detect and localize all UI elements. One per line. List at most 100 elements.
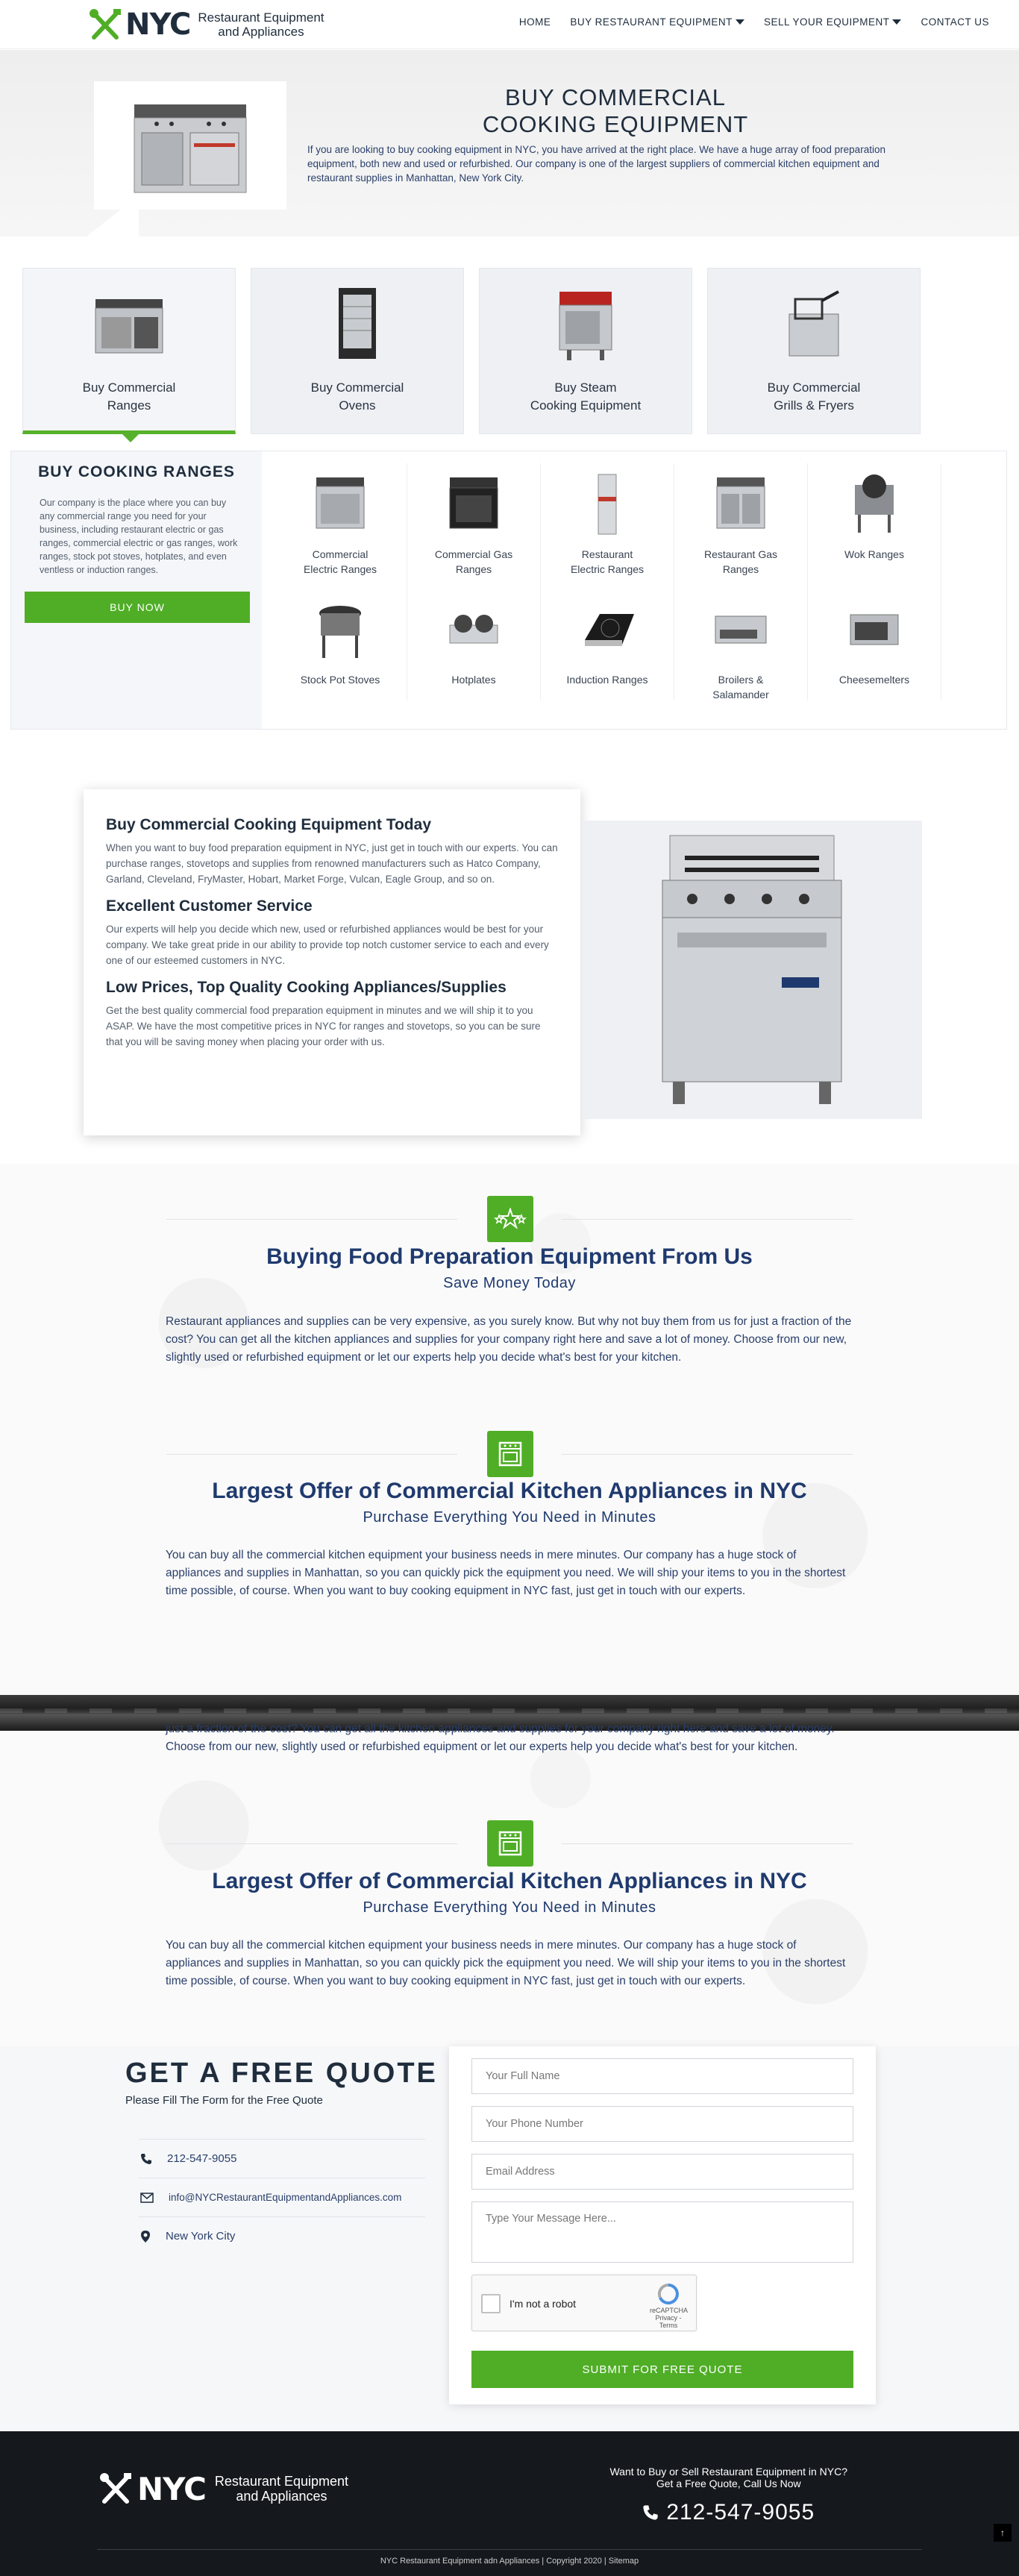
- footer-phone[interactable]: 212-547-9055: [609, 2500, 847, 2525]
- main-nav: HOME BUY RESTAURANT EQUIPMENT SELL YOUR …: [519, 16, 989, 28]
- footer-phone-text: 212-547-9055: [666, 2500, 815, 2525]
- tab-grills-fryers[interactable]: Buy Commercial Grills & Fryers: [707, 268, 921, 434]
- chevron-down-icon: [892, 19, 902, 25]
- logo-sub-line1: Restaurant Equipment: [198, 10, 324, 25]
- footer-logo[interactable]: NYC Restaurant Equipment and Appliances: [97, 2470, 348, 2507]
- section-subtitle: Purchase Everything You Need in Minutes: [363, 1899, 656, 1916]
- section-text: You can buy all the commercial kitchen e…: [166, 1939, 846, 1987]
- footer-divider: [97, 2549, 922, 2550]
- info-card: Buy Commercial Cooking Equipment Today W…: [84, 789, 580, 1135]
- cooking-ranges-panel: BUY COOKING RANGES Our company is the pl…: [10, 451, 1007, 730]
- divider-line: [562, 1219, 853, 1220]
- stock-pot-stove-icon: [303, 592, 377, 666]
- footer-logo-line2: and Appliances: [236, 2489, 327, 2504]
- tab-commercial-ranges[interactable]: Buy Commercial Ranges: [22, 268, 236, 442]
- hotplate-icon: [436, 592, 511, 666]
- nav-buy-equipment[interactable]: BUY RESTAURANT EQUIPMENT: [570, 16, 744, 28]
- tab-line2: Ranges: [107, 398, 151, 413]
- divider-line: [166, 1219, 457, 1220]
- range-item-hotplates[interactable]: Hotplates: [407, 589, 541, 701]
- footer-logo-subtitle: Restaurant Equipment and Appliances: [215, 2474, 348, 2504]
- nav-home[interactable]: HOME: [519, 16, 551, 28]
- phone-field[interactable]: [471, 2106, 853, 2142]
- logo-subtitle: Restaurant Equipment and Appliances: [198, 10, 324, 39]
- range-item-cheesemelters[interactable]: Cheesemelters: [808, 589, 941, 701]
- tab-line2: Ovens: [339, 398, 376, 413]
- oven-icon: [313, 281, 402, 370]
- recaptcha-checkbox[interactable]: [481, 2294, 501, 2313]
- section-text: You can buy all the commercial kitchen e…: [166, 1549, 846, 1597]
- tab-commercial-ovens[interactable]: Buy Commercial Ovens: [251, 268, 464, 434]
- wok-range-icon: [837, 466, 912, 541]
- phone-icon: [643, 2505, 658, 2520]
- phone-icon: [141, 2153, 151, 2164]
- charbroiler-oven-icon: [662, 835, 842, 1104]
- footer-copyright: NYC Restaurant Equipment adn Appliances …: [380, 2557, 639, 2566]
- quote-form: I'm not a robot reCAPTCHA Privacy - Term…: [449, 2046, 876, 2404]
- tab-line1: Buy Commercial: [310, 380, 404, 395]
- panel-title: BUY COOKING RANGES: [38, 463, 235, 480]
- range-item-label: Induction Ranges: [566, 674, 648, 686]
- full-name-field[interactable]: [471, 2058, 853, 2094]
- site-logo[interactable]: NYC Restaurant Equipment and Appliances: [87, 6, 324, 43]
- range-item-label: Stock Pot Stoves: [300, 674, 380, 686]
- range-item-restaurant-gas[interactable]: Restaurant Gas Ranges: [674, 463, 808, 589]
- range-item-restaurant-electric[interactable]: Restaurant Electric Ranges: [541, 463, 674, 589]
- nav-sell-equipment[interactable]: SELL YOUR EQUIPMENT: [764, 16, 902, 28]
- message-field[interactable]: [471, 2201, 853, 2263]
- nav-buy-label: BUY RESTAURANT EQUIPMENT: [570, 16, 733, 28]
- divider-line: [166, 1454, 457, 1455]
- recaptcha-label: I'm not a robot: [510, 2298, 577, 2310]
- section-icon-row: [166, 1196, 853, 1242]
- nav-contact[interactable]: CONTACT US: [921, 16, 989, 28]
- range-item-induction[interactable]: Induction Ranges: [541, 589, 674, 701]
- range-item-commercial-electric[interactable]: Commercial Electric Ranges: [274, 463, 407, 589]
- contact-phone[interactable]: 212-547-9055: [139, 2139, 425, 2178]
- quote-title: GET A FREE QUOTE: [125, 2058, 438, 2089]
- panel-text: Our company is the place where you can b…: [40, 498, 238, 575]
- info-heading-low-prices: Low Prices, Top Quality Cooking Applianc…: [106, 979, 507, 996]
- range-item-broilers[interactable]: Broilers & Salamander: [674, 589, 808, 701]
- charbroiler-oven-image: [582, 821, 922, 1119]
- range-item-wok[interactable]: Wok Ranges: [808, 463, 941, 589]
- footer-cta-text: Get a Free Quote, Call Us Now: [656, 2478, 801, 2489]
- stove-icon: [487, 1431, 533, 1477]
- recaptcha-icon: [657, 2283, 679, 2304]
- tab-steam-cooking[interactable]: Buy Steam Cooking Equipment: [479, 268, 692, 434]
- range-item-commercial-gas[interactable]: Commercial Gas Ranges: [407, 463, 541, 589]
- logo-sub-line2: and Appliances: [218, 25, 304, 39]
- site-footer: NYC Restaurant Equipment and Appliances …: [0, 2431, 1019, 2576]
- map-pin-icon: [141, 2230, 150, 2243]
- contact-email[interactable]: info@NYCRestaurantEquipmentandAppliances…: [139, 2178, 425, 2216]
- gas-range-icon: [436, 466, 511, 541]
- restaurant-gas-range-icon: [703, 466, 778, 541]
- ranges-grid: Commercial Electric Ranges Commercial Ga…: [274, 463, 941, 714]
- back-to-top-button[interactable]: ↑: [994, 2524, 1012, 2542]
- footer-logo-line1: Restaurant Equipment: [214, 2474, 348, 2489]
- recaptcha-links[interactable]: Privacy - Terms: [650, 2314, 687, 2329]
- email-field[interactable]: [471, 2154, 853, 2190]
- crossed-utensils-icon: [100, 2473, 131, 2504]
- cheesemelter-icon: [837, 592, 912, 666]
- range-item-label: Restaurant Electric Ranges: [570, 548, 645, 575]
- hero-title-line1: BUY COMMERCIAL: [505, 84, 726, 110]
- tab-line2: Cooking Equipment: [530, 398, 642, 413]
- section-title: Largest Offer of Commercial Kitchen Appl…: [212, 1869, 807, 1893]
- divider-line: [562, 1454, 853, 1455]
- info-paragraph: Get the best quality commercial food pre…: [106, 1005, 541, 1047]
- stars-icon: [487, 1196, 533, 1242]
- range-icon: [84, 281, 174, 370]
- active-tab-arrow: [122, 434, 139, 442]
- section-text: Restaurant appliances and supplies can b…: [166, 1315, 852, 1364]
- logo-nyc-text: NYC: [125, 7, 191, 42]
- footer-question: Want to Buy or Sell Restaurant Equipment…: [609, 2466, 847, 2478]
- recaptcha-logo: reCAPTCHA Privacy - Terms: [650, 2283, 688, 2329]
- envelope-icon: [140, 2192, 154, 2203]
- site-header: NYC Restaurant Equipment and Appliances …: [0, 0, 1019, 49]
- buy-now-button[interactable]: BUY NOW: [25, 592, 250, 623]
- range-item-label: Commercial Gas Ranges: [434, 548, 513, 575]
- restaurant-electric-range-icon: [570, 466, 645, 541]
- tab-line2: Grills & Fryers: [774, 398, 854, 413]
- submit-quote-button[interactable]: SUBMIT FOR FREE QUOTE: [471, 2351, 853, 2388]
- range-item-stock-pot[interactable]: Stock Pot Stoves: [274, 589, 407, 701]
